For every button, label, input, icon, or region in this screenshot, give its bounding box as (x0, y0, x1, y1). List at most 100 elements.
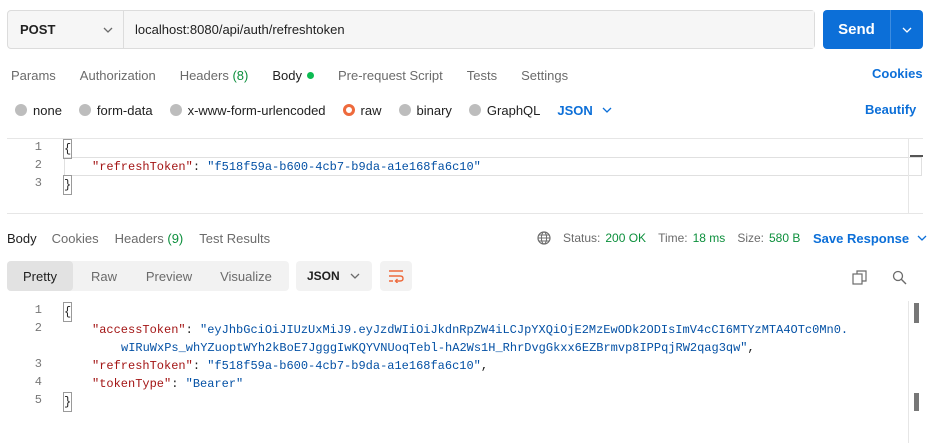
chevron-down-icon (103, 27, 113, 33)
tab-settings[interactable]: Settings (521, 68, 568, 83)
method-select[interactable]: POST (8, 11, 124, 48)
line-number: 2 (34, 321, 42, 335)
radio-none[interactable]: none (15, 103, 62, 118)
radio-circle-selected (342, 104, 355, 116)
tab-response-headers[interactable]: Headers (9) (115, 231, 184, 246)
line-number: 3 (34, 357, 42, 371)
tab-params[interactable]: Params (11, 68, 56, 83)
tab-headers[interactable]: Headers (8) (180, 68, 249, 83)
copy-icon (851, 269, 867, 285)
radio-circle (169, 104, 182, 116)
time-label: Time: (658, 231, 688, 245)
close-brace: } (62, 175, 73, 195)
method-label: POST (20, 22, 56, 37)
close-brace: } (62, 392, 73, 412)
view-visualize[interactable]: Visualize (203, 261, 289, 291)
radio-raw-label: raw (360, 102, 382, 118)
send-button-group: Send (823, 10, 923, 49)
tab-response-body[interactable]: Body (7, 231, 37, 246)
line-number: 5 (34, 393, 42, 407)
radio-circle (468, 104, 481, 116)
scroll-thumb (910, 155, 923, 157)
tab-headers-count: (8) (232, 67, 249, 83)
tab-authorization[interactable]: Authorization (80, 68, 156, 83)
line-number: 4 (34, 375, 42, 389)
url-input[interactable]: localhost:8080/api/auth/refreshtoken (124, 11, 814, 48)
response-tabs: Body Cookies Headers (9) Test Results (7, 229, 294, 247)
radio-urlencoded[interactable]: x-www-form-urlencoded (169, 102, 326, 118)
radio-form-data[interactable]: form-data (78, 102, 153, 118)
tab-response-headers-label: Headers (114, 230, 164, 246)
request-url-bar: POST localhost:8080/api/auth/refreshtoke… (7, 10, 815, 49)
send-button[interactable]: Send (823, 10, 891, 49)
tab-headers-label: Headers (179, 67, 229, 83)
json-key: "accessToken" (92, 323, 186, 337)
code-line: "refreshToken": "f518f59a-b600-4cb7-b9da… (92, 359, 489, 373)
wrap-lines-button[interactable] (380, 261, 412, 291)
body-format-select[interactable]: JSON (557, 103, 612, 118)
response-format-label: JSON (307, 269, 340, 283)
code-line-wrapped: wIRuWxPs_whYZuoptWYh2kBoE7JgggIwKQYVNUoq… (121, 341, 755, 355)
radio-urlencoded-label: x-www-form-urlencoded (187, 102, 326, 118)
code-line: "tokenType": "Bearer" (92, 377, 244, 391)
view-pretty[interactable]: Pretty (7, 261, 73, 291)
request-editor-scrollbar[interactable] (908, 138, 923, 214)
search-icon (892, 270, 906, 284)
save-response-label: Save Response (813, 230, 910, 246)
radio-raw[interactable]: raw (342, 102, 382, 118)
send-options-button[interactable] (891, 10, 923, 49)
time-value: 18 ms (692, 231, 726, 245)
response-scrollbar[interactable] (908, 301, 923, 443)
chevron-down-icon (350, 273, 360, 279)
response-format-select[interactable]: JSON (296, 261, 372, 291)
radio-binary[interactable]: binary (398, 102, 452, 118)
tab-tests[interactable]: Tests (467, 68, 497, 83)
scroll-thumb (914, 303, 919, 323)
copy-button[interactable] (848, 266, 870, 288)
json-value: wIRuWxPs_whYZuoptWYh2kBoE7JgggIwKQYVNUoq… (121, 341, 748, 355)
view-raw[interactable]: Raw (73, 261, 135, 291)
radio-none-label: none (33, 102, 62, 118)
line-number: 2 (34, 158, 42, 172)
beautify-link[interactable]: Beautify (865, 102, 916, 117)
status-label: Status: (563, 231, 601, 245)
radio-binary-label: binary (416, 102, 452, 118)
request-body-editor[interactable] (7, 138, 923, 214)
radio-graphql-label: GraphQL (486, 102, 541, 118)
body-modified-indicator (306, 71, 314, 79)
json-value: "Bearer" (185, 377, 244, 391)
line-number: 1 (34, 140, 42, 154)
open-brace: { (62, 302, 73, 322)
url-text: localhost:8080/api/auth/refreshtoken (135, 22, 345, 37)
response-view-switch: Pretty Raw Preview Visualize (7, 261, 289, 291)
json-value: "eyJhbGciOiJIUzUxMiJ9.eyJzdWIiOiJkdnRpZW… (200, 323, 849, 337)
globe-icon[interactable] (537, 231, 551, 245)
tab-test-results[interactable]: Test Results (199, 231, 270, 246)
tab-response-cookies[interactable]: Cookies (52, 231, 99, 246)
chevron-down-icon (902, 27, 912, 33)
tab-response-headers-count: (9) (167, 230, 184, 246)
radio-form-data-label: form-data (96, 102, 153, 118)
json-key: "tokenType" (92, 377, 172, 391)
radio-circle (398, 104, 411, 116)
json-value: "f518f59a-b600-4cb7-b9da-a1e168fa6c10" (207, 359, 481, 373)
view-preview[interactable]: Preview (135, 261, 203, 291)
tab-body[interactable]: Body (272, 68, 314, 83)
radio-circle (15, 104, 27, 116)
chevron-down-icon (917, 235, 927, 241)
search-button[interactable] (888, 266, 910, 288)
size-label: Size: (737, 231, 764, 245)
json-key: "refreshToken" (92, 160, 193, 174)
radio-graphql[interactable]: GraphQL (468, 102, 541, 118)
radio-circle (78, 104, 91, 116)
response-status-bar: Status: 200 OK Time: 18 ms Size: 580 B (537, 229, 812, 247)
json-value: "f518f59a-b600-4cb7-b9da-a1e168fa6c10" (207, 160, 481, 174)
cookies-link[interactable]: Cookies (872, 66, 923, 81)
open-brace: { (62, 139, 73, 159)
save-response-button[interactable]: Save Response (813, 229, 927, 247)
scroll-thumb (914, 393, 919, 411)
tab-prerequest-script[interactable]: Pre-request Script (338, 68, 443, 83)
request-tabs: Params Authorization Headers (8) Body Pr… (11, 66, 592, 84)
line-number: 3 (34, 176, 42, 190)
body-type-radios: none form-data x-www-form-urlencoded raw… (15, 102, 612, 118)
